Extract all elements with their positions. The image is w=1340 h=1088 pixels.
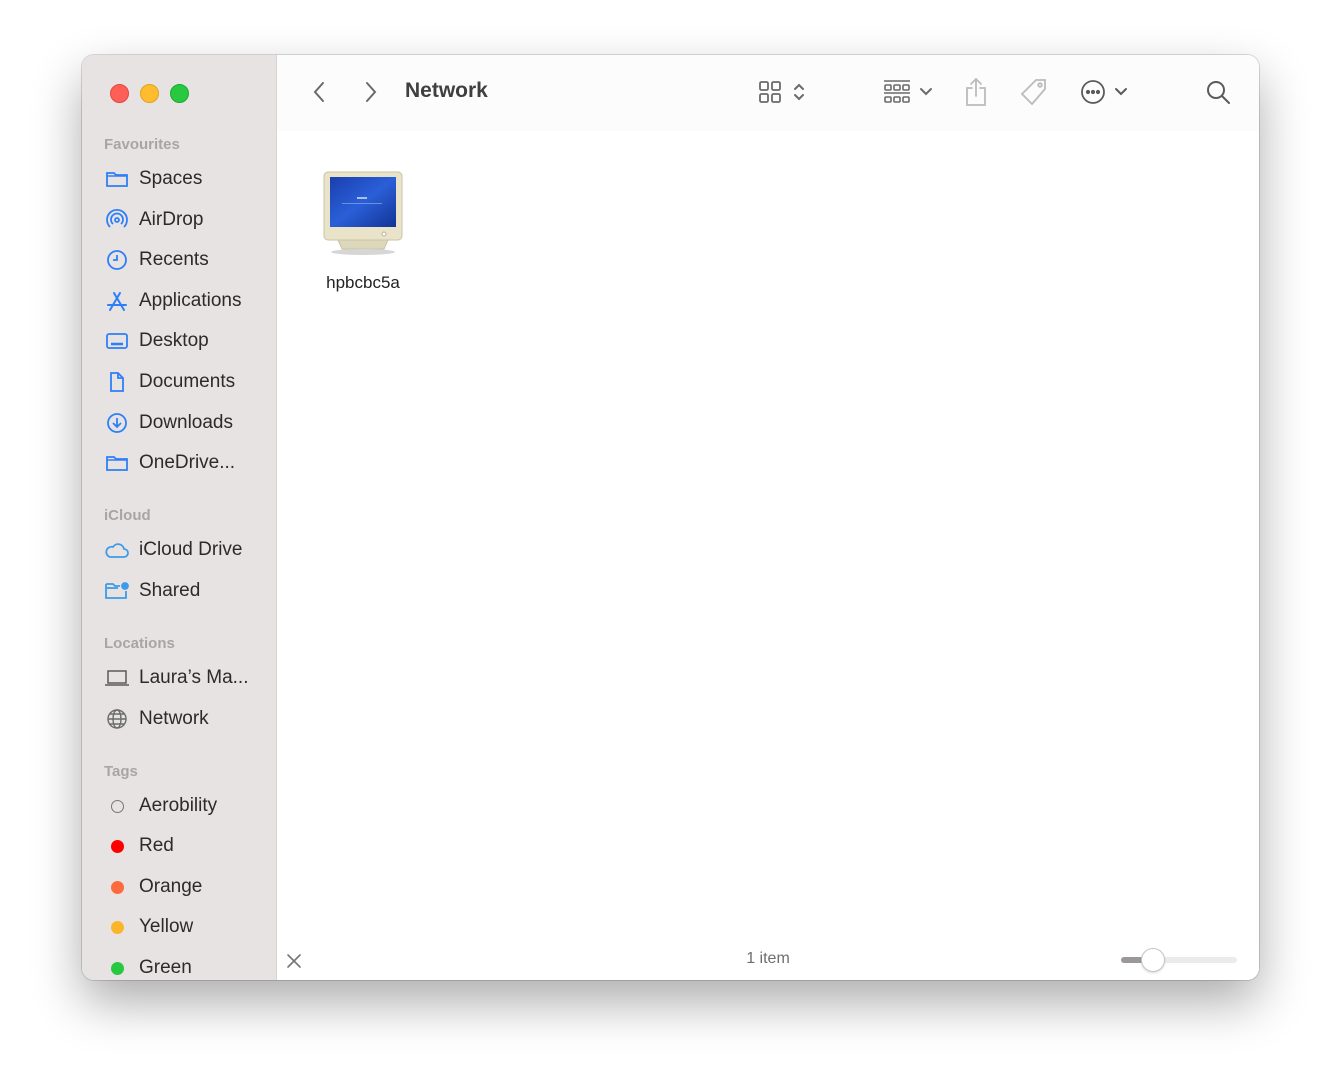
sidebar-item-label: Documents	[139, 371, 236, 392]
search-icon	[1207, 81, 1230, 104]
sidebar-item-documents[interactable]: Documents	[104, 367, 235, 397]
folder-icon	[104, 166, 130, 192]
sidebar-item-label: OneDrive...	[139, 452, 236, 473]
sidebar-item-label: Downloads	[139, 412, 233, 433]
sidebar-item-label: AirDrop	[139, 209, 204, 230]
icon-size-slider[interactable]	[1121, 948, 1237, 972]
cloud-icon	[104, 537, 130, 563]
window-title: Network	[405, 79, 488, 102]
sidebar-item-icloud-drive[interactable]: iCloud Drive	[104, 535, 242, 565]
sidebar: Favourites Spaces AirDrop Recents Applic…	[82, 55, 277, 980]
finder-window: Favourites Spaces AirDrop Recents Applic…	[82, 55, 1259, 980]
sidebar-item-onedrive[interactable]: OneDrive...	[104, 448, 235, 478]
status-bar: 1 item	[277, 940, 1259, 980]
file-item[interactable]: hpbcbc5a	[315, 170, 411, 293]
view-mode-button[interactable]	[755, 75, 809, 109]
sidebar-item-label: Spaces	[139, 168, 203, 189]
sidebar-item-airdrop[interactable]: AirDrop	[104, 205, 203, 235]
sidebar-tag-aerobility[interactable]: Aerobility	[104, 791, 217, 821]
chevron-down-icon	[1115, 88, 1127, 96]
sidebar-item-label: Network	[139, 708, 209, 729]
toolbar: Network	[277, 55, 1259, 131]
sidebar-item-recents[interactable]: Recents	[104, 245, 209, 275]
sidebar-item-desktop[interactable]: Desktop	[104, 326, 209, 356]
tag-icon	[1020, 79, 1046, 106]
tag-dot-icon	[104, 955, 130, 980]
sidebar-item-label: Laura’s Ma...	[139, 667, 249, 688]
slider-knob[interactable]	[1141, 948, 1166, 972]
clock-icon	[104, 247, 130, 273]
sidebar-item-downloads[interactable]: Downloads	[104, 408, 233, 438]
chevron-updown-icon	[794, 83, 804, 101]
laptop-icon	[104, 665, 130, 691]
chevron-left-icon	[313, 82, 324, 102]
back-button[interactable]	[307, 75, 331, 109]
sidebar-item-shared[interactable]: Shared	[104, 576, 200, 606]
section-locations: Locations	[104, 635, 175, 652]
desktop-icon	[104, 328, 130, 354]
chevron-right-icon	[366, 82, 377, 102]
sidebar-item-label: Orange	[139, 876, 203, 897]
window-controls	[110, 84, 189, 103]
section-icloud: iCloud	[104, 507, 151, 524]
folder-icon	[104, 450, 130, 476]
main-content: Network hpbcbc5a 1 item	[277, 55, 1259, 980]
tag-dot-icon	[104, 793, 130, 819]
sidebar-item-applications[interactable]: Applications	[104, 286, 241, 316]
forward-button[interactable]	[359, 75, 383, 109]
sidebar-item-label: Red	[139, 835, 174, 856]
group-by-icon	[884, 80, 910, 103]
shared-folder-icon	[104, 578, 130, 604]
sidebar-item-label: Aerobility	[139, 795, 218, 816]
document-icon	[104, 369, 130, 395]
tag-dot-icon	[104, 914, 130, 940]
section-favourites: Favourites	[104, 136, 180, 153]
monitor-icon	[323, 171, 403, 255]
share-icon	[966, 77, 986, 106]
applications-icon	[104, 288, 130, 314]
sidebar-item-label: Yellow	[139, 916, 194, 937]
tag-button[interactable]	[1017, 75, 1051, 109]
sidebar-tag-yellow[interactable]: Yellow	[104, 912, 193, 942]
item-count: 1 item	[746, 950, 790, 967]
ellipsis-circle-icon	[1081, 80, 1105, 104]
tag-dot-icon	[104, 833, 130, 859]
search-button[interactable]	[1203, 75, 1233, 109]
sidebar-item-network[interactable]: Network	[104, 704, 209, 734]
chevron-down-icon	[920, 88, 932, 96]
section-tags: Tags	[104, 763, 138, 780]
sidebar-item-spaces[interactable]: Spaces	[104, 164, 202, 194]
share-button[interactable]	[961, 75, 991, 109]
sidebar-tag-red[interactable]: Red	[104, 831, 174, 861]
sidebar-item-label: iCloud Drive	[139, 539, 243, 560]
file-name: hpbcbc5a	[326, 273, 400, 292]
sidebar-tag-orange[interactable]: Orange	[104, 872, 202, 902]
airdrop-icon	[104, 207, 130, 233]
sidebar-item-label: Shared	[139, 580, 201, 601]
sidebar-tag-green[interactable]: Green	[104, 953, 192, 980]
sidebar-item-label: Green	[139, 957, 192, 978]
close-button[interactable]	[110, 84, 129, 103]
download-icon	[104, 410, 130, 436]
sidebar-item-label: Recents	[139, 249, 209, 270]
tag-dot-icon	[104, 874, 130, 900]
zoom-button[interactable]	[170, 84, 189, 103]
minimize-button[interactable]	[140, 84, 159, 103]
more-actions-button[interactable]	[1077, 75, 1131, 109]
globe-icon	[104, 706, 130, 732]
grid-view-icon	[759, 81, 781, 103]
sidebar-item-label: Applications	[139, 290, 242, 311]
sidebar-item-laptop[interactable]: Laura’s Ma...	[104, 663, 248, 693]
sidebar-item-label: Desktop	[139, 330, 209, 351]
group-button[interactable]	[881, 75, 935, 109]
